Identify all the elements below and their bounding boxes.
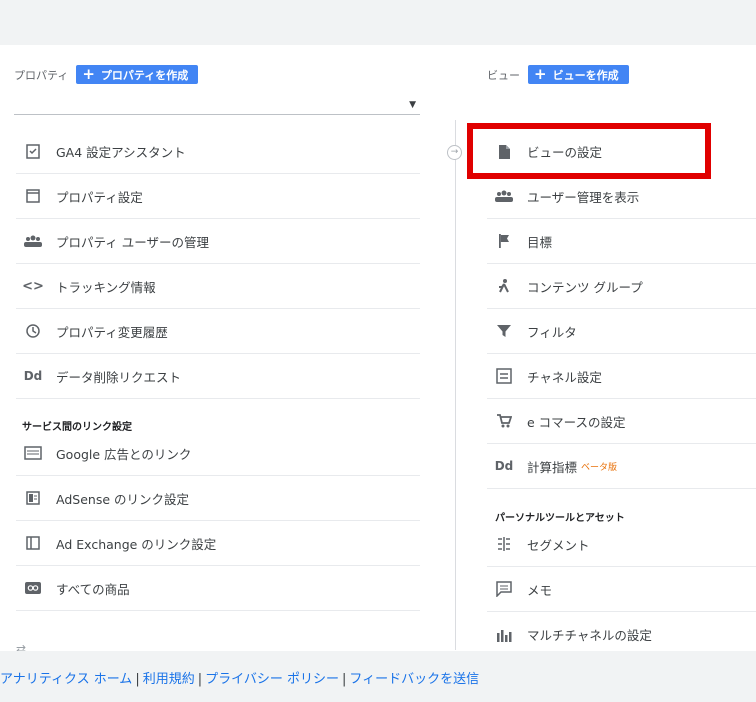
column-divider [455, 120, 456, 650]
segment-icon [487, 536, 521, 552]
property-item-change-history[interactable]: プロパティ変更履歴 [16, 309, 420, 354]
property-item-user-management[interactable]: プロパティ ユーザーの管理 [16, 219, 420, 264]
dd-icon: Dd [494, 459, 514, 473]
property-item-tracking-info[interactable]: <> トラッキング情報 [16, 264, 420, 309]
link-item-google-ads[interactable]: Google 広告とのリンク [16, 431, 420, 476]
view-item-content-groups[interactable]: コンテンツ グループ [487, 264, 756, 309]
top-bar [0, 0, 756, 45]
view-header-label: ビュー [487, 68, 520, 82]
view-header: ビュー + ビューを作成 [487, 65, 629, 84]
footer-link-privacy[interactable]: プライバシー ポリシー [205, 672, 339, 687]
create-view-button[interactable]: + ビューを作成 [528, 65, 629, 84]
personal-item-annotations[interactable]: メモ [487, 567, 756, 612]
walk-icon [487, 278, 521, 294]
adexchange-icon [16, 535, 50, 551]
view-item-ecommerce[interactable]: e コマースの設定 [487, 399, 756, 444]
people-icon [16, 234, 50, 248]
property-item-data-deletion[interactable]: Dd データ削除リクエスト [16, 354, 420, 399]
property-header: プロパティ + プロパティを作成 [14, 65, 199, 84]
history-icon [16, 323, 50, 339]
cart-icon [487, 413, 521, 429]
property-select[interactable]: ▼ [14, 96, 420, 115]
plus-icon: + [534, 65, 547, 83]
people-icon [487, 189, 521, 203]
footer-link-feedback[interactable]: フィードバックを送信 [349, 672, 479, 687]
create-property-button[interactable]: + プロパティを作成 [76, 65, 199, 84]
footer-separator: | [197, 672, 203, 687]
bar-chart-icon [487, 627, 521, 643]
view-item-user-management[interactable]: ユーザー管理を表示 [487, 174, 756, 219]
plus-icon: + [82, 65, 95, 83]
property-header-label: プロパティ [14, 68, 69, 82]
footer-link-analytics-home[interactable]: アナリティクス ホーム [0, 672, 132, 687]
filter-icon [487, 323, 521, 339]
link-item-adsense[interactable]: AdSense のリンク設定 [16, 476, 420, 521]
code-icon: <> [22, 278, 44, 294]
footer-separator: | [341, 672, 347, 687]
view-item-calculated-metrics[interactable]: Dd 計算指標 ベータ版 [487, 444, 756, 489]
comment-icon [487, 581, 521, 597]
channel-icon [487, 368, 521, 384]
clipboard-check-icon [16, 143, 50, 159]
beta-badge: ベータ版 [581, 462, 618, 473]
adsense-icon [16, 490, 50, 506]
property-item-ga4-setup[interactable]: GA4 設定アシスタント [16, 129, 420, 174]
view-item-channel-settings[interactable]: チャネル設定 [487, 354, 756, 399]
arrow-right-icon[interactable]: → [447, 145, 462, 160]
ads-icon [16, 446, 50, 460]
footer: アナリティクス ホーム | 利用規約 | プライバシー ポリシー | フィードバックを送信 [0, 651, 756, 702]
flag-icon [487, 233, 521, 249]
view-item-goals[interactable]: 目標 [487, 219, 756, 264]
link-item-ad-exchange[interactable]: Ad Exchange のリンク設定 [16, 521, 420, 566]
highlight-box [467, 123, 711, 179]
footer-links: アナリティクス ホーム | 利用規約 | プライバシー ポリシー | フィードバックを送信 [0, 668, 479, 687]
window-icon [16, 188, 50, 204]
personal-item-segments[interactable]: セグメント [487, 522, 756, 567]
dropdown-arrow-icon: ▼ [409, 100, 416, 110]
footer-link-terms[interactable]: 利用規約 [143, 672, 195, 687]
link-icon [16, 581, 50, 595]
link-item-all-products[interactable]: すべての商品 [16, 566, 420, 611]
footer-separator: | [135, 672, 140, 687]
view-item-filters[interactable]: フィルタ [487, 309, 756, 354]
property-item-settings[interactable]: プロパティ設定 [16, 174, 420, 219]
dd-icon: Dd [23, 369, 43, 383]
